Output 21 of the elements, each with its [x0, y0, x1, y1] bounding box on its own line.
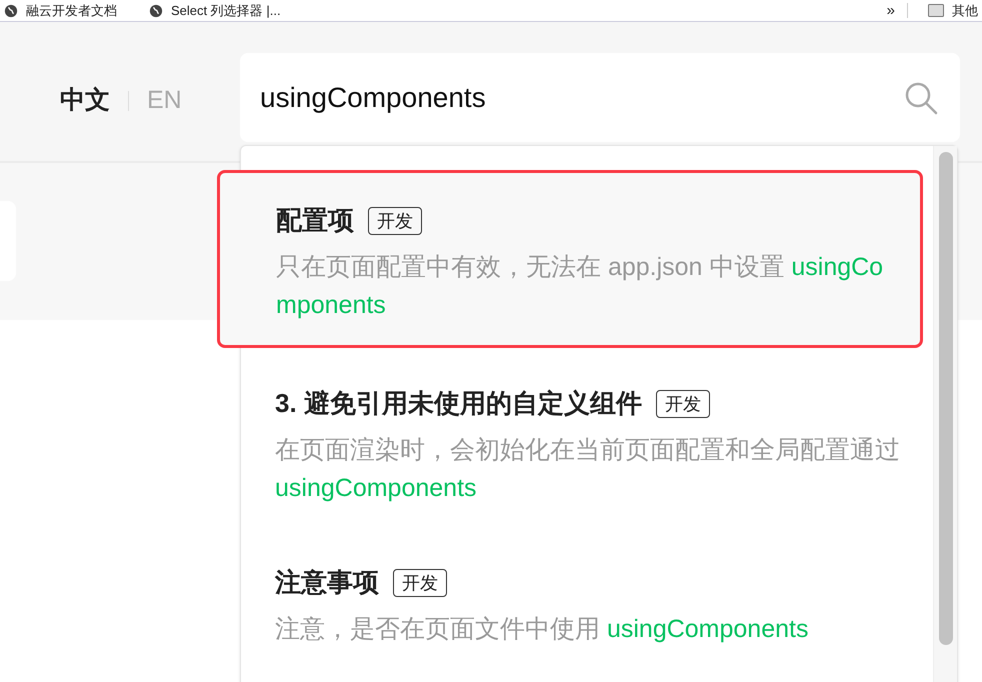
- folder-icon: [928, 4, 944, 17]
- bookmark-link[interactable]: Select 列选择器 |...: [149, 0, 281, 20]
- bookmarks-overflow-button[interactable]: »: [874, 3, 908, 18]
- result-description: 注意，是否在页面文件中使用 usingComponents: [275, 614, 810, 646]
- result-title: 3. 避免引用未使用的自定义组件: [275, 387, 642, 420]
- category-tag: 开发: [368, 206, 422, 234]
- category-tag: 开发: [393, 568, 447, 597]
- bookmark-link[interactable]: 其他: [908, 0, 978, 20]
- scrollbar-thumb[interactable]: [938, 152, 952, 645]
- search-icon: [904, 81, 938, 115]
- result-description: 只在页面配置中有效，无法在 app.json 中设置 usingComponents: [276, 252, 884, 321]
- search-result[interactable]: 3. 避免引用未使用的自定义组件 开发 在页面渲染时，会初始化在当前页面配置和全局配置通过 usingComponents: [241, 348, 933, 528]
- category-tag: 开发: [656, 390, 710, 418]
- search-result[interactable]: 配置项 开发 只在页面配置中有效，无法在 app.json 中设置 usingComponents: [217, 170, 923, 348]
- result-title: 注意事项: [275, 566, 379, 600]
- search-field[interactable]: usingComponents: [240, 53, 960, 142]
- language-tab[interactable]: 中文: [60, 82, 110, 120]
- result-title: 配置项: [276, 204, 354, 237]
- result-description: 在页面渲染时，会初始化在当前页面配置和全局配置通过 usingComponents: [275, 435, 901, 504]
- bookmark-link[interactable]: 融云开发者文档: [4, 0, 117, 20]
- search-result[interactable]: 注意事项 开发 注意，是否在页面文件中使用 usingComponents: [241, 527, 933, 682]
